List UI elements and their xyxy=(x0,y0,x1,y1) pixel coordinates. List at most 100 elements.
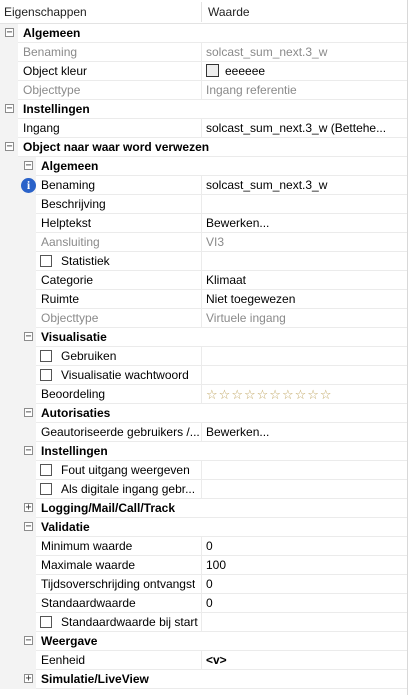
star-icon[interactable]: ☆ xyxy=(282,387,294,402)
category-label: Visualisatie xyxy=(41,330,107,344)
collapse-icon[interactable]: − xyxy=(24,522,33,532)
property-value[interactable]: ☆☆☆☆☆☆☆☆☆☆ xyxy=(202,385,407,404)
checkbox[interactable] xyxy=(40,350,52,362)
property-value[interactable]: eeeeee xyxy=(202,62,407,81)
collapse-icon[interactable]: − xyxy=(5,28,14,38)
property-value[interactable] xyxy=(202,195,407,214)
property-row[interactable]: Objecttype Ingang referentie xyxy=(0,81,407,100)
property-row[interactable]: Helptekst Bewerken... xyxy=(0,214,407,233)
property-row[interactable]: Geautoriseerde gebruikers /... Bewerken..… xyxy=(0,423,407,442)
property-value[interactable]: 0 xyxy=(202,537,407,556)
star-icon[interactable]: ☆ xyxy=(231,387,243,402)
star-icon[interactable]: ☆ xyxy=(320,387,332,402)
category-row[interactable]: − Object naar waar word verwezen xyxy=(0,138,407,157)
collapse-icon[interactable]: − xyxy=(24,408,33,418)
property-row[interactable]: Beoordeling ☆☆☆☆☆☆☆☆☆☆ xyxy=(0,385,407,404)
property-row[interactable]: Standaardwaarde bij start xyxy=(0,613,407,632)
property-value[interactable] xyxy=(202,252,407,271)
row-gutter xyxy=(0,366,36,385)
property-row[interactable]: Gebruiken xyxy=(0,347,407,366)
property-value[interactable]: 0 xyxy=(202,594,407,613)
property-label: Minimum waarde xyxy=(41,539,133,553)
star-icon[interactable]: ☆ xyxy=(295,387,307,402)
property-label: Tijdsoverschrijding ontvangst xyxy=(41,577,196,591)
category-row[interactable]: + Logging/Mail/Call/Track xyxy=(0,499,407,518)
property-row[interactable]: Beschrijving xyxy=(0,195,407,214)
property-label: Geautoriseerde gebruikers /... xyxy=(41,425,200,439)
category-row[interactable]: − Validatie xyxy=(0,518,407,537)
collapse-icon[interactable]: − xyxy=(24,636,33,646)
property-value[interactable]: Bewerken... xyxy=(202,423,407,442)
property-label: Object kleur xyxy=(23,64,88,78)
property-label: Objecttype xyxy=(41,311,99,325)
checkbox[interactable] xyxy=(40,255,52,267)
property-row[interactable]: Object kleur eeeeee xyxy=(0,62,407,81)
checkbox[interactable] xyxy=(40,464,52,476)
property-row[interactable]: Ingang solcast_sum_next.3_w (Bettehe... xyxy=(0,119,407,138)
category-row[interactable]: − Algemeen xyxy=(0,157,407,176)
property-value[interactable]: Klimaat xyxy=(202,271,407,290)
collapse-icon[interactable]: − xyxy=(24,446,33,456)
category-row[interactable]: + Simulatie/LiveView xyxy=(0,670,407,689)
header-value[interactable]: Waarde xyxy=(208,5,250,19)
property-value[interactable]: Niet toegewezen xyxy=(202,290,407,309)
category-row[interactable]: − Autorisaties xyxy=(0,404,407,423)
property-row[interactable]: Ruimte Niet toegewezen xyxy=(0,290,407,309)
property-row[interactable]: Visualisatie wachtwoord xyxy=(0,366,407,385)
category-row[interactable]: − Algemeen xyxy=(0,24,407,43)
property-row[interactable]: Benaming solcast_sum_next.3_w xyxy=(0,43,407,62)
star-icon[interactable]: ☆ xyxy=(219,387,231,402)
property-value[interactable] xyxy=(202,366,407,385)
property-value[interactable] xyxy=(202,480,407,499)
star-icon[interactable]: ☆ xyxy=(206,387,218,402)
row-gutter xyxy=(0,594,36,613)
property-row[interactable]: Fout uitgang weergeven xyxy=(0,461,407,480)
collapse-icon[interactable]: − xyxy=(24,161,33,171)
rating-stars[interactable]: ☆☆☆☆☆☆☆☆☆☆ xyxy=(206,387,333,402)
property-value[interactable] xyxy=(202,347,407,366)
property-row[interactable]: Statistiek xyxy=(0,252,407,271)
property-row[interactable]: Standaardwaarde 0 xyxy=(0,594,407,613)
property-row[interactable]: Maximale waarde 100 xyxy=(0,556,407,575)
property-row[interactable]: i Benaming solcast_sum_next.3_w xyxy=(0,176,407,195)
row-gutter xyxy=(0,347,36,366)
property-value[interactable] xyxy=(202,613,407,632)
property-row[interactable]: Aansluiting VI3 xyxy=(0,233,407,252)
property-value[interactable]: 0 xyxy=(202,575,407,594)
row-gutter xyxy=(0,233,36,252)
property-value[interactable]: solcast_sum_next.3_w xyxy=(202,176,407,195)
star-icon[interactable]: ☆ xyxy=(307,387,319,402)
checkbox[interactable] xyxy=(40,616,52,628)
checkbox[interactable] xyxy=(40,369,52,381)
property-row[interactable]: Als digitale ingang gebr... xyxy=(0,480,407,499)
star-icon[interactable]: ☆ xyxy=(269,387,281,402)
star-icon[interactable]: ☆ xyxy=(257,387,269,402)
property-row[interactable]: Tijdsoverschrijding ontvangst 0 xyxy=(0,575,407,594)
collapse-icon[interactable]: − xyxy=(5,104,14,114)
property-row[interactable]: Objecttype Virtuele ingang xyxy=(0,309,407,328)
star-icon[interactable]: ☆ xyxy=(244,387,256,402)
expand-icon[interactable]: + xyxy=(24,674,33,684)
expand-icon[interactable]: + xyxy=(24,503,33,513)
property-value[interactable]: Bewerken... xyxy=(202,214,407,233)
property-label: Statistiek xyxy=(61,254,110,268)
checkbox[interactable] xyxy=(40,483,52,495)
property-label: Als digitale ingang gebr... xyxy=(61,482,196,496)
header-properties[interactable]: Eigenschappen xyxy=(4,5,87,19)
collapse-icon[interactable]: − xyxy=(5,142,14,152)
category-row[interactable]: − Weergave xyxy=(0,632,407,651)
category-row[interactable]: − Instellingen xyxy=(0,100,407,119)
property-value[interactable] xyxy=(202,461,407,480)
property-row[interactable]: Minimum waarde 0 xyxy=(0,537,407,556)
category-label: Algemeen xyxy=(23,26,81,40)
property-value[interactable]: <v> xyxy=(202,651,407,670)
property-row[interactable]: Categorie Klimaat xyxy=(0,271,407,290)
property-value[interactable]: 100 xyxy=(202,556,407,575)
category-row[interactable]: − Visualisatie xyxy=(0,328,407,347)
category-row[interactable]: − Instellingen xyxy=(0,442,407,461)
color-swatch[interactable] xyxy=(206,64,219,77)
header-divider[interactable] xyxy=(201,2,202,22)
property-row[interactable]: Eenheid <v> xyxy=(0,651,407,670)
property-value[interactable]: solcast_sum_next.3_w (Bettehe... xyxy=(202,119,407,138)
collapse-icon[interactable]: − xyxy=(24,332,33,342)
